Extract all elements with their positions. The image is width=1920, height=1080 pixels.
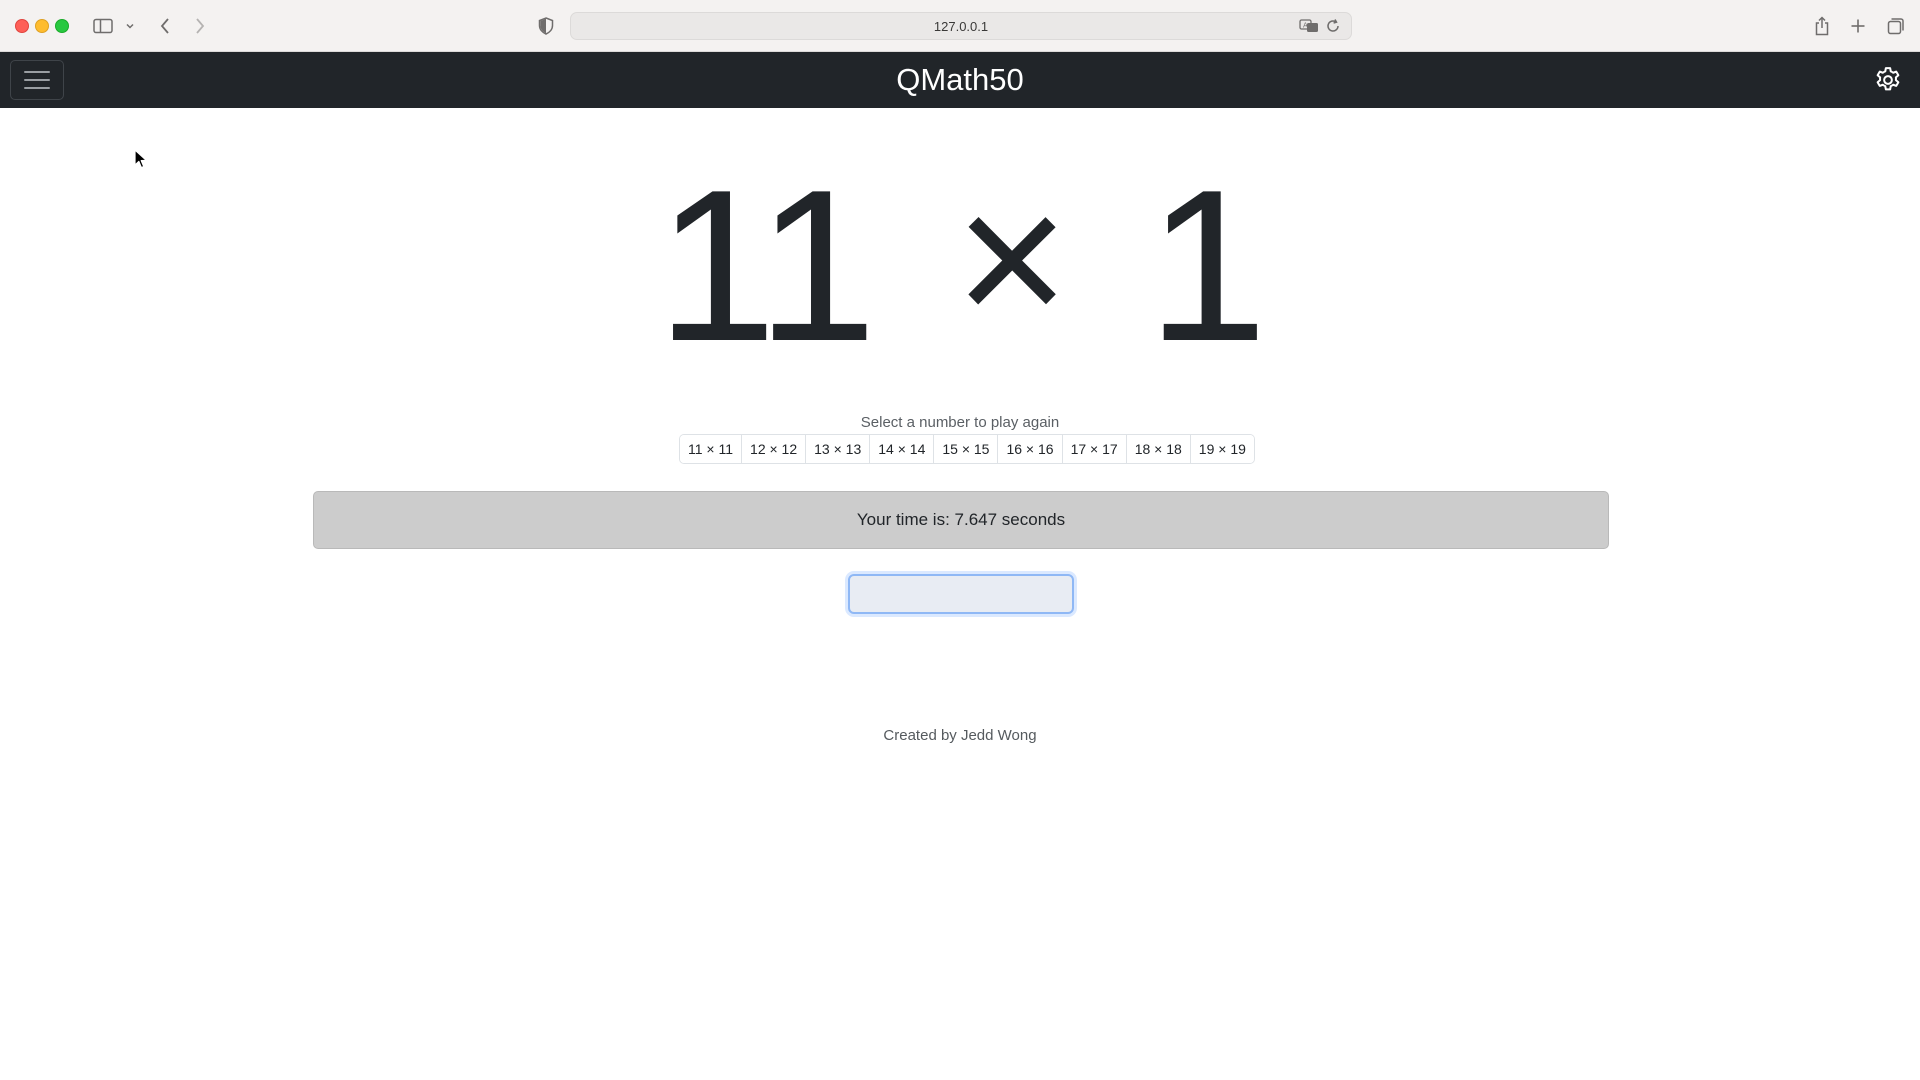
- window-minimize-button[interactable]: [35, 19, 49, 33]
- play-again-button[interactable]: 13 × 13: [806, 435, 871, 463]
- share-icon[interactable]: [1812, 14, 1832, 38]
- browser-toolbar: 127.0.0.1 A: [0, 0, 1920, 52]
- math-problem: 11 × 1: [0, 144, 1920, 386]
- translate-icon[interactable]: A: [1299, 18, 1319, 37]
- sidebar-icon[interactable]: [92, 14, 114, 38]
- problem-right-operand: 1: [1147, 144, 1267, 386]
- play-again-button[interactable]: 19 × 19: [1190, 435, 1254, 463]
- reload-icon[interactable]: [1325, 18, 1341, 37]
- app-navbar: QMath50: [0, 52, 1920, 108]
- window-close-button[interactable]: [15, 19, 29, 33]
- settings-button[interactable]: [1872, 64, 1904, 96]
- play-again-button[interactable]: 17 × 17: [1062, 435, 1127, 463]
- problem-left-operand: 11: [656, 144, 877, 386]
- problem-operator: ×: [954, 149, 1069, 368]
- chevron-right-icon[interactable]: [191, 14, 209, 38]
- result-text: Your time is: 7.647 seconds: [856, 510, 1066, 529]
- chevron-left-icon[interactable]: [156, 14, 174, 38]
- mouse-cursor-icon: [134, 149, 147, 169]
- svg-text:A: A: [1303, 22, 1308, 30]
- play-again-prompt: Select a number to play again: [860, 414, 1060, 431]
- tabs-overview-icon[interactable]: [1885, 14, 1907, 38]
- window-zoom-button[interactable]: [55, 19, 69, 33]
- answer-input[interactable]: [848, 574, 1074, 614]
- footer-credit: Created by Jedd Wong: [883, 727, 1037, 744]
- url-text: 127.0.0.1: [933, 18, 989, 34]
- play-again-button[interactable]: 18 × 18: [1126, 435, 1191, 463]
- result-alert: Your time is: 7.647 seconds: [313, 491, 1609, 549]
- plus-icon[interactable]: [1848, 14, 1868, 38]
- gear-icon: [1876, 67, 1900, 91]
- app-brand: QMath50: [896, 62, 1024, 97]
- hamburger-icon: [24, 71, 50, 89]
- menu-toggle-button[interactable]: [10, 60, 64, 100]
- shield-icon[interactable]: [536, 14, 556, 38]
- play-again-button[interactable]: 14 × 14: [870, 435, 935, 463]
- address-bar[interactable]: 127.0.0.1 A: [570, 12, 1352, 40]
- play-again-button[interactable]: 11 × 11: [680, 435, 743, 463]
- play-again-button[interactable]: 12 × 12: [742, 435, 807, 463]
- play-again-button[interactable]: 16 × 16: [998, 435, 1063, 463]
- chevron-down-icon[interactable]: [124, 14, 136, 38]
- play-again-button-group: 11 × 11 12 × 12 13 × 13 14 × 14 15 × 15 …: [679, 434, 1255, 464]
- play-again-button[interactable]: 15 × 15: [934, 435, 999, 463]
